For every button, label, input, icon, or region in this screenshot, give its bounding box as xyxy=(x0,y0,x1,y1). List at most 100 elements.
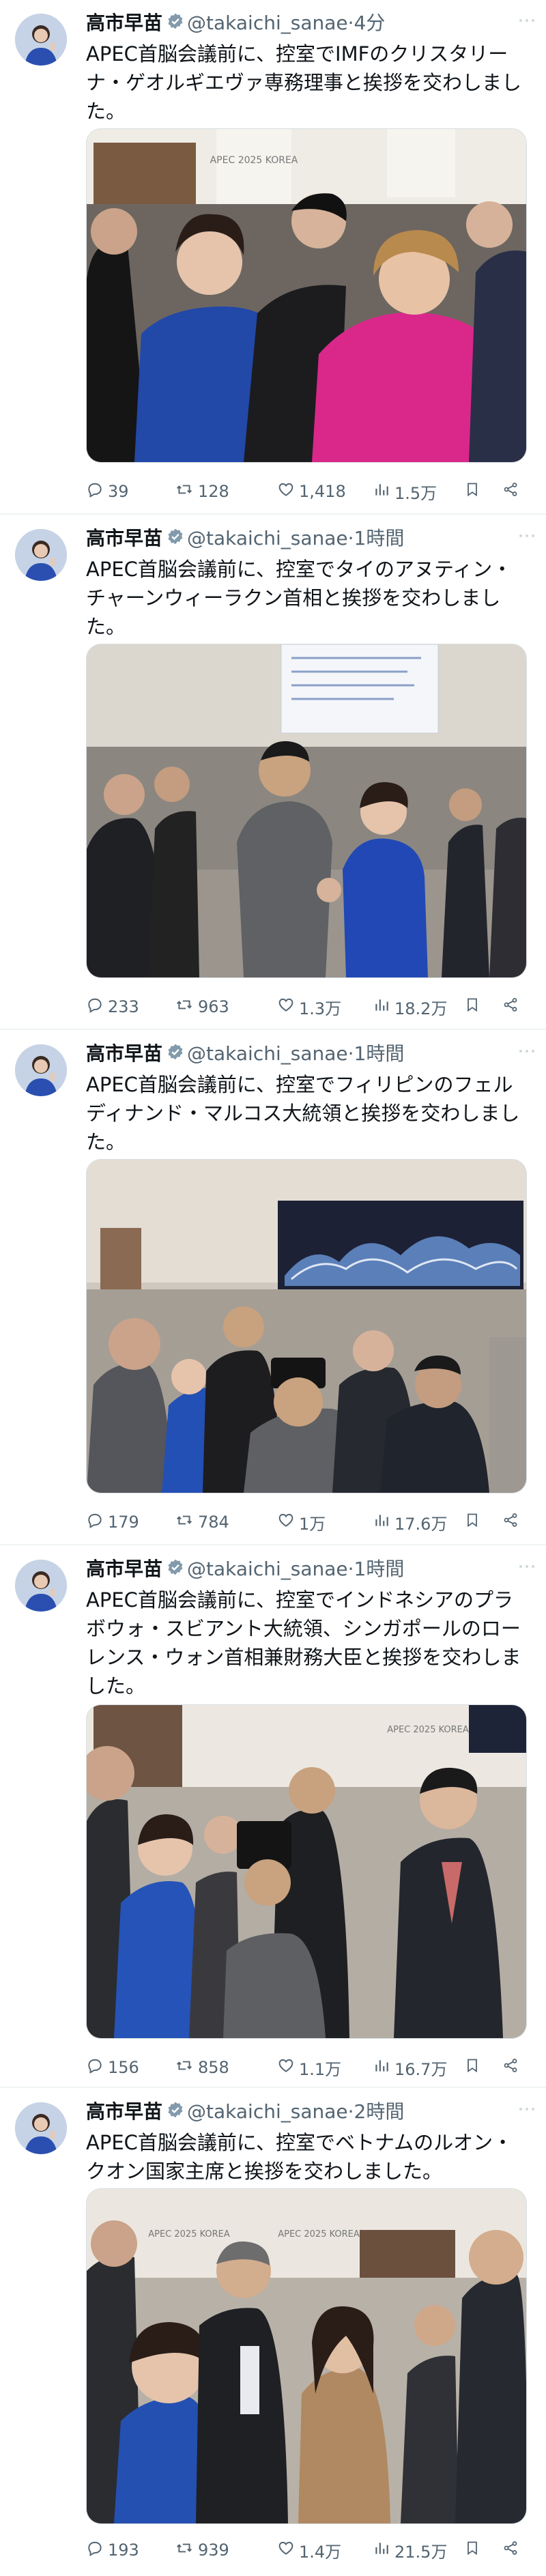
tweet[interactable]: 高市早苗 @takaichi_sanae·1時間 APEC首脳会議前に、控室でイン… xyxy=(0,1546,546,2092)
tweet-divider xyxy=(0,2087,546,2088)
author-name[interactable]: 高市早苗 xyxy=(86,1042,162,1065)
more-icon[interactable] xyxy=(519,2101,535,2114)
retweet-button[interactable]: 963 xyxy=(175,993,229,1020)
heart-icon xyxy=(277,481,295,502)
retweet-icon xyxy=(175,1511,194,1533)
tweet-photo[interactable]: APEC 2025 KOREA xyxy=(86,1704,527,2039)
dot-separator: · xyxy=(347,1558,354,1580)
author-handle[interactable]: @takaichi_sanae xyxy=(187,1042,348,1065)
retweet-button[interactable]: 784 xyxy=(175,1508,229,1536)
author-name[interactable]: 高市早苗 xyxy=(86,1558,162,1580)
views-button[interactable]: 1.5万 xyxy=(373,478,437,505)
verified-badge-icon xyxy=(167,526,184,553)
share-icon xyxy=(502,1511,519,1533)
tweet-actions: 39 128 1,418 1.5万 xyxy=(86,478,531,505)
tweet-photo[interactable]: APEC 2025 KOREA xyxy=(86,128,527,463)
reply-button[interactable]: 193 xyxy=(86,2536,139,2564)
tweet-divider xyxy=(0,1544,546,1545)
tweet[interactable]: 高市早苗 @takaichi_sanae·1時間 APEC首脳会議前に、控室でフィ… xyxy=(0,1031,546,1549)
heart-icon xyxy=(277,996,295,1018)
bookmark-button[interactable] xyxy=(464,1508,480,1536)
timestamp[interactable]: 1時間 xyxy=(354,1558,405,1580)
views-count: 18.2万 xyxy=(394,999,448,1018)
avatar[interactable] xyxy=(15,2102,67,2154)
author-handle[interactable]: @takaichi_sanae xyxy=(187,1558,348,1580)
bookmark-button[interactable] xyxy=(464,478,480,505)
reply-icon xyxy=(86,2057,104,2078)
tweet-text: APEC首脳会議前に、控室でIMFのクリスタリーナ・ゲオルギエヴァ専務理事と挨拶… xyxy=(86,42,522,123)
tweet-photo[interactable] xyxy=(86,1159,527,1493)
avatar[interactable] xyxy=(15,14,67,66)
share-button[interactable] xyxy=(502,1508,519,1536)
views-button[interactable]: 17.6万 xyxy=(373,1508,447,1536)
tweet-photo[interactable]: APEC 2025 KOREA APEC 2025 KOREA xyxy=(86,2188,527,2524)
retweet-button[interactable]: 128 xyxy=(175,478,229,505)
more-icon[interactable] xyxy=(519,1558,535,1571)
tweet-header: 高市早苗 @takaichi_sanae·1時間 xyxy=(86,1556,532,1583)
heart-icon xyxy=(277,2057,295,2078)
verified-badge-icon xyxy=(167,1041,184,1068)
author-name[interactable]: 高市早苗 xyxy=(86,2100,162,2123)
bookmark-button[interactable] xyxy=(464,2054,480,2081)
reply-count: 233 xyxy=(108,997,139,1016)
like-count: 1万 xyxy=(299,1514,326,1534)
tweet-actions: 156 858 1.1万 16.7万 xyxy=(86,2054,531,2081)
views-icon xyxy=(373,996,390,1018)
timestamp[interactable]: 1時間 xyxy=(354,527,405,549)
views-icon xyxy=(373,2057,390,2078)
reply-button[interactable]: 179 xyxy=(86,1508,139,1536)
bookmark-icon xyxy=(464,996,480,1018)
tweet-actions: 193 939 1.4万 21.5万 xyxy=(86,2536,531,2564)
timestamp[interactable]: 4分 xyxy=(354,12,386,34)
views-button[interactable]: 21.5万 xyxy=(373,2536,447,2564)
bookmark-icon xyxy=(464,2057,480,2078)
avatar[interactable] xyxy=(15,1044,67,1096)
like-button[interactable]: 1.3万 xyxy=(277,993,341,1020)
tweet-text: APEC首脳会議前に、控室でフィリピンのフェルディナンド・マルコス大統領と挨拶を… xyxy=(86,1073,520,1154)
tweet-divider xyxy=(0,513,546,515)
views-button[interactable]: 18.2万 xyxy=(373,993,447,1020)
like-button[interactable]: 1,418 xyxy=(277,478,346,505)
tweet-photo[interactable] xyxy=(86,644,527,978)
reply-button[interactable]: 233 xyxy=(86,993,139,1020)
avatar[interactable] xyxy=(15,529,67,581)
dot-separator: · xyxy=(347,527,354,549)
more-icon[interactable] xyxy=(519,1043,535,1056)
author-handle[interactable]: @takaichi_sanae xyxy=(187,12,348,34)
tweet[interactable]: 高市早苗 @takaichi_sanae·1時間 APEC首脳会議前に、控室でタイ… xyxy=(0,515,546,1034)
views-button[interactable]: 16.7万 xyxy=(373,2054,447,2081)
tweet[interactable]: 高市早苗 @takaichi_sanae·4分 APEC首脳会議前に、控室でIMF… xyxy=(0,0,546,519)
verified-badge-icon xyxy=(167,10,184,38)
more-icon[interactable] xyxy=(519,528,535,541)
retweet-button[interactable]: 939 xyxy=(175,2536,229,2564)
timestamp[interactable]: 1時間 xyxy=(354,1042,405,1065)
tweet[interactable]: 高市早苗 @takaichi_sanae·2時間 APEC首脳会議前に、控室でベト… xyxy=(0,2089,546,2576)
like-count: 1.4万 xyxy=(299,2542,342,2562)
author-name[interactable]: 高市早苗 xyxy=(86,12,162,34)
reply-icon xyxy=(86,996,104,1018)
share-button[interactable] xyxy=(502,478,519,505)
verified-badge-icon xyxy=(167,1556,184,1584)
timestamp[interactable]: 2時間 xyxy=(354,2100,405,2123)
author-handle[interactable]: @takaichi_sanae xyxy=(187,527,348,549)
heart-icon xyxy=(277,1511,295,1533)
reply-button[interactable]: 156 xyxy=(86,2054,139,2081)
share-button[interactable] xyxy=(502,2536,519,2564)
author-handle[interactable]: @takaichi_sanae xyxy=(187,2100,348,2123)
retweet-button[interactable]: 858 xyxy=(175,2054,229,2081)
avatar[interactable] xyxy=(15,1560,67,1612)
reply-button[interactable]: 39 xyxy=(86,478,129,505)
author-name[interactable]: 高市早苗 xyxy=(86,527,162,549)
like-button[interactable]: 1万 xyxy=(277,1508,326,1536)
share-icon xyxy=(502,2057,519,2078)
like-button[interactable]: 1.4万 xyxy=(277,2536,341,2564)
retweet-count: 128 xyxy=(198,482,229,501)
like-button[interactable]: 1.1万 xyxy=(277,2054,341,2081)
bookmark-button[interactable] xyxy=(464,2536,480,2564)
share-button[interactable] xyxy=(502,993,519,1020)
share-icon xyxy=(502,481,519,502)
reply-count: 193 xyxy=(108,2541,139,2560)
more-icon[interactable] xyxy=(519,12,535,25)
share-button[interactable] xyxy=(502,2054,519,2081)
bookmark-button[interactable] xyxy=(464,993,480,1020)
